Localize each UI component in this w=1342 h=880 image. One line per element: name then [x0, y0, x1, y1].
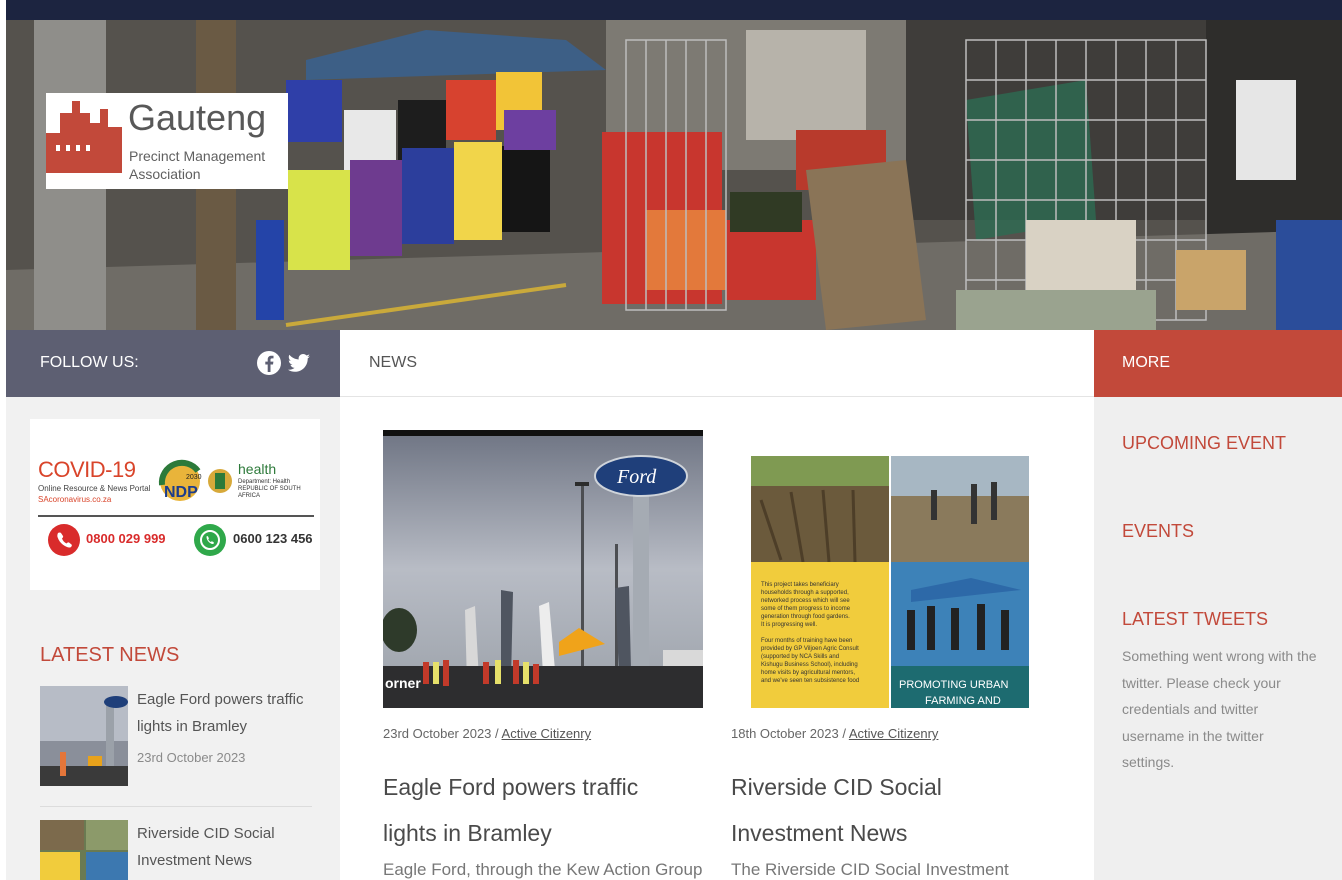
post-date: 18th October 2023	[731, 726, 839, 741]
right-sidebar: MORE UPCOMING EVENT EVENTS LATEST TWEETS…	[1094, 330, 1342, 880]
site-logo[interactable]: Gauteng Precinct Management Association	[46, 93, 288, 189]
phone-icon	[48, 524, 80, 556]
ndp-text: NDP	[164, 484, 198, 501]
facebook-icon[interactable]	[256, 350, 282, 376]
ndp-year: 2030	[186, 474, 202, 481]
more-bar: MORE	[1094, 330, 1342, 397]
logo-subtitle-line2: Association	[129, 166, 201, 182]
post-excerpt: The Riverside CID Social Investment	[731, 860, 1009, 879]
covid-divider	[38, 515, 314, 517]
covid-title: COVID-19	[38, 457, 136, 482]
post-title[interactable]: Eagle Ford powers traffic lights in Bram…	[383, 764, 693, 856]
skyline-logo-icon	[46, 101, 122, 173]
tweet-error-message: Something went wrong with the twitter. P…	[1122, 648, 1317, 770]
latest-news-date: 23rd October 2023	[137, 750, 246, 765]
post-meta: 23rd October 2023 / Active Citizenry	[383, 726, 591, 741]
post-category-link[interactable]: Active Citizenry	[502, 726, 592, 741]
ndp-logo-icon: NDP 2030	[158, 459, 232, 501]
post-image[interactable]: This project takes beneficiary household…	[731, 430, 1051, 708]
hero-banner-image: Gauteng Precinct Management Association	[6, 20, 1342, 330]
logo-title: Gauteng	[128, 97, 267, 138]
latest-news-title[interactable]: Eagle Ford powers traffic lights in Bram…	[137, 686, 307, 740]
news-label: NEWS	[369, 354, 417, 371]
upcoming-event-heading: UPCOMING EVENT	[1122, 433, 1287, 453]
health-sub: Department: Health REPUBLIC OF SOUTH AFR…	[238, 479, 301, 499]
main-news: NEWS Ford orner 23rd October 2023 / Acti…	[340, 330, 1094, 880]
news-divider	[40, 806, 312, 807]
post-title[interactable]: Riverside CID Social Investment News	[731, 764, 1041, 856]
follow-us-bar: FOLLOW US:	[6, 330, 340, 397]
top-bar	[6, 0, 1342, 20]
meta-separator: /	[491, 726, 502, 741]
health-label: health	[238, 461, 277, 477]
news-thumbnail[interactable]	[40, 686, 128, 786]
latest-news-heading: LATEST NEWS	[40, 644, 180, 666]
post-image-text: orner	[385, 675, 421, 691]
covid-19-banner[interactable]: COVID-19 Online Resource & News Portal S…	[30, 419, 320, 590]
more-label: MORE	[1122, 354, 1170, 371]
post-meta: 18th October 2023 / Active Citizenry	[731, 726, 938, 741]
covid-site: SAcoronavirus.co.za	[38, 495, 112, 504]
whatsapp-icon	[194, 524, 226, 556]
logo-subtitle: Precinct Management Association	[129, 147, 265, 183]
events-heading: EVENTS	[1122, 521, 1195, 541]
news-bar: NEWS	[340, 330, 1094, 397]
post-image[interactable]: Ford orner	[383, 430, 703, 708]
news-thumbnail[interactable]	[40, 820, 128, 880]
post-date: 23rd October 2023	[383, 726, 492, 741]
svg-text:FARMING AND: FARMING AND	[925, 695, 1001, 707]
whatsapp-number: 0600 123 456	[233, 531, 313, 546]
post-category-link[interactable]: Active Citizenry	[849, 726, 939, 741]
hotline-number: 0800 029 999	[86, 531, 166, 546]
covid-portal-line: Online Resource & News Portal	[38, 484, 151, 493]
logo-subtitle-line1: Precinct Management	[129, 148, 266, 164]
meta-separator: /	[838, 726, 849, 741]
follow-us-label: FOLLOW US:	[40, 354, 139, 371]
post-excerpt: Eagle Ford, through the Kew Action Group…	[383, 860, 703, 879]
twitter-icon[interactable]	[286, 350, 312, 376]
latest-tweets-heading: LATEST TWEETS	[1122, 609, 1269, 629]
left-sidebar: FOLLOW US: COVID-19 Online Resource & Ne…	[6, 330, 340, 880]
svg-text:PROMOTING URBAN: PROMOTING URBAN	[899, 679, 1008, 691]
svg-text:Ford: Ford	[616, 466, 657, 488]
latest-news-title[interactable]: Riverside CID Social Investment News	[137, 820, 307, 874]
